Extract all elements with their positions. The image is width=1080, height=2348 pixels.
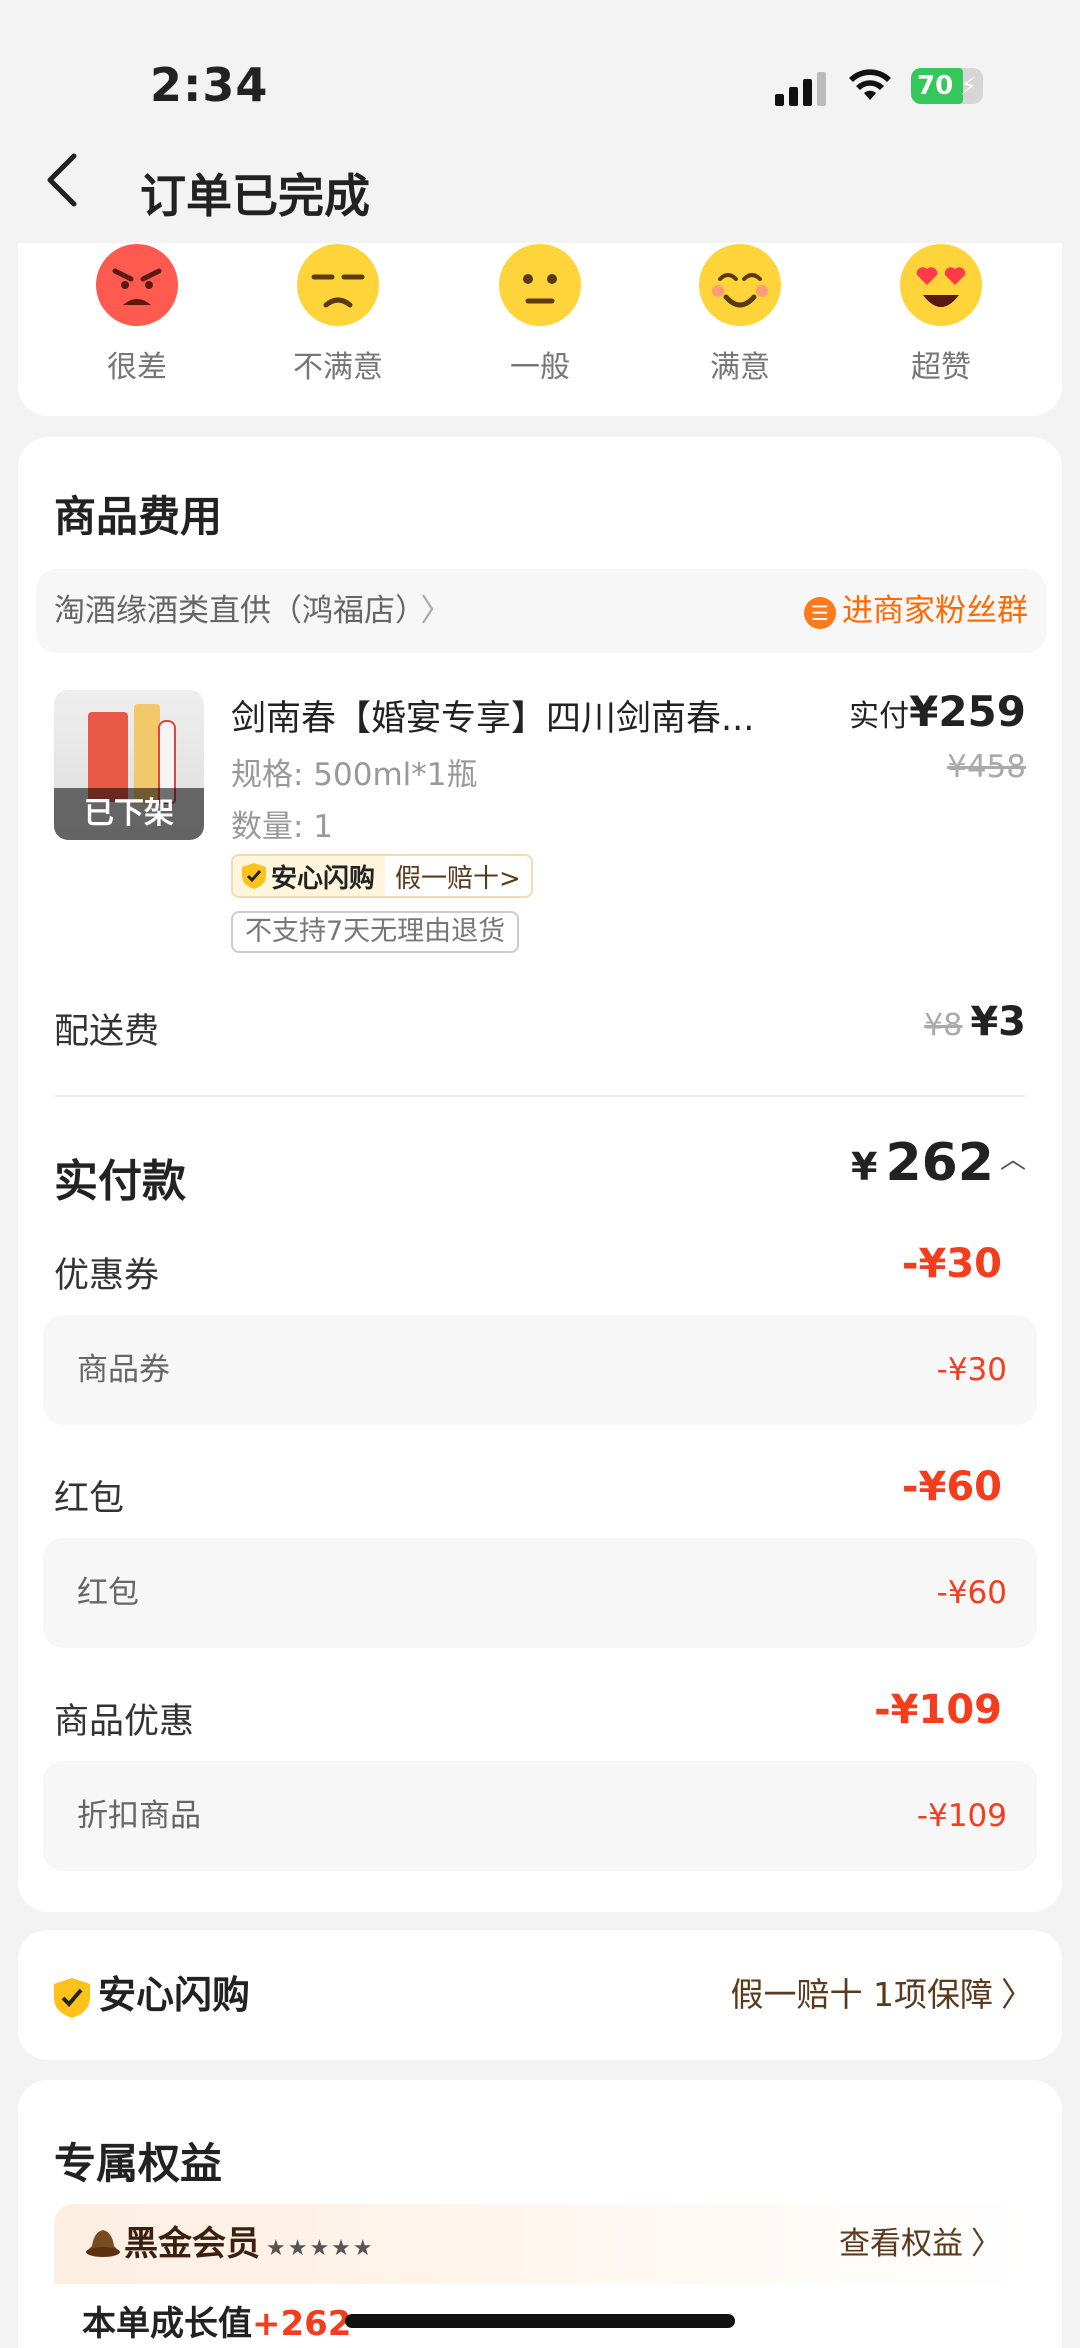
- shop-row[interactable]: 淘酒缘酒类直供（鸿福店）〉 ☰ 进商家粉丝群: [36, 569, 1046, 653]
- product-paid-price: 实付¥259: [849, 687, 1026, 736]
- coupon-label: 优惠券: [54, 1256, 160, 1296]
- home-indicator[interactable]: [345, 2314, 735, 2328]
- rating-label-satisfied: 满意: [710, 350, 770, 385]
- delisted-badge: 已下架: [54, 788, 204, 840]
- top-bar: 2:34 70 ⚡ 订单已完成: [0, 0, 1080, 243]
- wifi-icon: [849, 69, 891, 100]
- chevron-right-icon: 〉: [971, 2226, 1002, 2262]
- product-original-price: ¥458: [947, 749, 1026, 785]
- rating-label-unsatisfied: 不满意: [293, 350, 383, 385]
- unamused-face-icon[interactable]: [296, 243, 380, 327]
- rating-label-excellent: 超赞: [911, 350, 971, 385]
- product-quantity: 数量: 1: [231, 809, 334, 845]
- total-label: 实付款: [54, 1156, 186, 1207]
- product-spec: 规格: 500ml*1瓶: [231, 757, 478, 793]
- product-discount-detail-row: 折扣商品 -¥109: [43, 1761, 1037, 1871]
- red-packet-detail-row: 红包 -¥60: [43, 1538, 1037, 1648]
- product-image[interactable]: 已下架: [54, 690, 204, 840]
- rating-label-bad: 很差: [107, 350, 167, 385]
- battery-level: 70: [917, 71, 954, 101]
- rating-label-average: 一般: [510, 350, 570, 385]
- product-title[interactable]: 剑南春【婚宴专享】四川剑南春...: [231, 690, 821, 741]
- battery-icon: 70 ⚡: [911, 68, 983, 104]
- shipping-label: 配送费: [54, 1012, 160, 1052]
- red-packet-value: -¥60: [901, 1464, 1002, 1510]
- total-value[interactable]: ¥262 ︿: [851, 1133, 1026, 1193]
- back-icon[interactable]: [44, 150, 84, 210]
- smiling-face-icon[interactable]: [698, 243, 782, 327]
- product-discount-label: 商品优惠: [54, 1702, 195, 1742]
- anxin-title: 安心闪购: [52, 1930, 250, 2060]
- join-fans-group-button[interactable]: ☰ 进商家粉丝群: [804, 569, 1028, 653]
- benefits-card: 专属权益 黑金会员 ★★★★★ 查看权益〉 本单成长值+262: [18, 2080, 1062, 2348]
- chat-icon: ☰: [804, 596, 836, 629]
- vip-bar[interactable]: 黑金会员 ★★★★★ 查看权益〉: [54, 2204, 1026, 2284]
- growth-value: 本单成长值+262: [82, 2304, 352, 2344]
- benefits-title: 专属权益: [54, 2139, 223, 2188]
- vip-stars: ★★★★★: [266, 2236, 375, 2261]
- chevron-right-icon: 〉: [420, 593, 452, 629]
- shop-name[interactable]: 淘酒缘酒类直供（鸿福店）〉: [54, 569, 452, 653]
- fee-section-title: 商品费用: [54, 492, 223, 541]
- vip-hat-icon: [86, 2230, 120, 2257]
- no-return-tag: 不支持7天无理由退货: [231, 911, 520, 953]
- vip-name: 黑金会员 ★★★★★: [124, 2224, 375, 2264]
- angry-face-icon[interactable]: [95, 243, 179, 327]
- chevron-up-icon: ︿: [999, 1145, 1026, 1175]
- fee-card: 商品费用 淘酒缘酒类直供（鸿福店）〉 ☰ 进商家粉丝群 已下架 剑南春【婚宴专享】…: [18, 437, 1062, 1912]
- page-title: 订单已完成: [140, 169, 370, 223]
- coupon-detail-row: 商品券 -¥30: [43, 1315, 1037, 1425]
- shipping-price: ¥8 ¥3: [924, 999, 1026, 1045]
- chevron-right-icon: 〉: [1001, 1975, 1034, 2014]
- view-benefits-link[interactable]: 查看权益〉: [839, 2204, 1002, 2284]
- shield-check-icon: [54, 1977, 90, 2018]
- anxin-guarantee-tag[interactable]: 安心闪购 假一赔十>: [231, 854, 533, 898]
- signal-icon: [775, 72, 827, 106]
- status-time: 2:34: [150, 58, 269, 112]
- guarantee-link[interactable]: 假一赔十 1项保障〉: [731, 1930, 1035, 2060]
- order-detail-page: 2:34 70 ⚡ 订单已完成 很差 不满意 一般 满意 超赞 商品费用 淘酒缘…: [0, 0, 1080, 2348]
- red-packet-label: 红包: [54, 1479, 125, 1519]
- product-discount-value: -¥109: [874, 1687, 1002, 1733]
- shield-check-icon: [242, 863, 266, 889]
- neutral-face-icon[interactable]: [498, 243, 582, 327]
- divider: [54, 1095, 1026, 1097]
- heart-eyes-face-icon[interactable]: [899, 243, 983, 327]
- anxin-card[interactable]: 安心闪购 假一赔十 1项保障〉: [18, 1930, 1062, 2060]
- coupon-value: -¥30: [901, 1241, 1002, 1287]
